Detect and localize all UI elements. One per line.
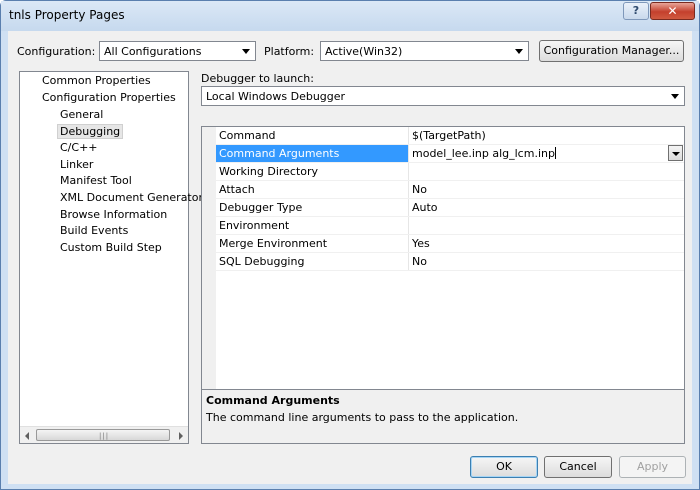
tree-item-custom-build-step[interactable]: Custom Build Step [60, 241, 162, 254]
property-name: SQL Debugging [216, 253, 409, 270]
property-row-attach[interactable]: Attach No [216, 181, 684, 199]
tree-item-build-events[interactable]: Build Events [60, 224, 128, 237]
property-pages-window: tnls Property Pages ? ✕ Configuration: A… [0, 0, 700, 490]
command-arguments-text: model_lee.inp alg_lcm.inp [412, 147, 555, 160]
description-title: Command Arguments [206, 394, 340, 407]
tree-item-debugging[interactable]: Debugging [57, 124, 124, 139]
property-tree[interactable]: Common Properties Configuration Properti… [19, 71, 203, 444]
property-value[interactable] [412, 217, 684, 234]
window-title: tnls Property Pages [9, 8, 125, 22]
dialog-client-area: Configuration: All Configurations Platfo… [8, 31, 692, 484]
debugger-to-launch-label: Debugger to launch: [201, 72, 314, 85]
value-dropdown-button[interactable] [668, 145, 683, 161]
property-value[interactable] [412, 163, 684, 180]
tree-item-browse-information[interactable]: Browse Information [60, 208, 167, 221]
title-bar[interactable]: tnls Property Pages ? ✕ [1, 1, 699, 31]
property-row-working-directory[interactable]: Working Directory [216, 163, 684, 181]
property-value[interactable]: $(TargetPath) [412, 127, 684, 144]
tree-item-manifest-tool[interactable]: Manifest Tool [60, 174, 132, 187]
platform-value: Active(Win32) [325, 45, 403, 58]
property-name: Command [216, 127, 409, 144]
property-value[interactable]: Auto [412, 199, 684, 216]
property-name: Environment [216, 217, 409, 234]
scrollbar-thumb[interactable]: ||| [36, 429, 170, 441]
debugger-dropdown[interactable]: Local Windows Debugger [201, 86, 685, 106]
tree-item-linker[interactable]: Linker [60, 158, 93, 171]
property-value[interactable]: No [412, 253, 684, 270]
property-row-command-arguments[interactable]: Command Arguments model_lee.inp alg_lcm.… [216, 145, 684, 163]
debugger-value: Local Windows Debugger [206, 90, 346, 103]
tree-item-c-cpp[interactable]: C/C++ [60, 141, 98, 154]
property-value[interactable]: No [412, 181, 684, 198]
help-icon[interactable]: ? [623, 2, 649, 20]
platform-label: Platform: [264, 45, 315, 58]
scroll-left-icon[interactable] [25, 432, 29, 440]
property-name: Command Arguments [216, 145, 409, 162]
configuration-dropdown[interactable]: All Configurations [99, 41, 256, 61]
chevron-down-icon [242, 49, 250, 54]
property-name: Merge Environment [216, 235, 409, 252]
description-panel: Command Arguments The command line argum… [201, 389, 685, 444]
configuration-value: All Configurations [104, 45, 202, 58]
platform-dropdown[interactable]: Active(Win32) [320, 41, 529, 61]
scroll-right-icon[interactable] [179, 432, 183, 440]
property-value[interactable]: Yes [412, 235, 684, 252]
tree-item-xml-document-generator[interactable]: XML Document Generator [60, 191, 203, 204]
property-row-merge-environment[interactable]: Merge Environment Yes [216, 235, 684, 253]
property-name: Attach [216, 181, 409, 198]
tree-item-configuration-properties[interactable]: Configuration Properties [42, 91, 176, 104]
property-row-debugger-type[interactable]: Debugger Type Auto [216, 199, 684, 217]
tree-item-common-properties[interactable]: Common Properties [42, 74, 151, 87]
ok-button[interactable]: OK [470, 456, 538, 478]
close-icon[interactable]: ✕ [650, 2, 695, 20]
configuration-manager-button[interactable]: Configuration Manager... [539, 40, 684, 62]
grid-margin [202, 127, 216, 415]
cancel-button[interactable]: Cancel [544, 456, 612, 478]
tree-item-general[interactable]: General [60, 108, 103, 121]
text-caret [554, 147, 556, 159]
description-text: The command line arguments to pass to th… [206, 411, 519, 424]
command-arguments-input[interactable]: model_lee.inp alg_lcm.inp [412, 145, 684, 162]
property-grid[interactable]: Command $(TargetPath) Command Arguments … [201, 126, 685, 416]
property-name: Debugger Type [216, 199, 409, 216]
chevron-down-icon [515, 49, 523, 54]
grip-icon: ||| [99, 432, 110, 440]
property-row-sql-debugging[interactable]: SQL Debugging No [216, 253, 684, 271]
apply-button[interactable]: Apply [619, 456, 686, 478]
property-name: Working Directory [216, 163, 409, 180]
configuration-label: Configuration: [17, 45, 96, 58]
property-row-environment[interactable]: Environment [216, 217, 684, 235]
tree-horizontal-scrollbar[interactable]: ||| [20, 426, 188, 443]
property-row-command[interactable]: Command $(TargetPath) [216, 127, 684, 145]
chevron-down-icon [671, 94, 679, 99]
